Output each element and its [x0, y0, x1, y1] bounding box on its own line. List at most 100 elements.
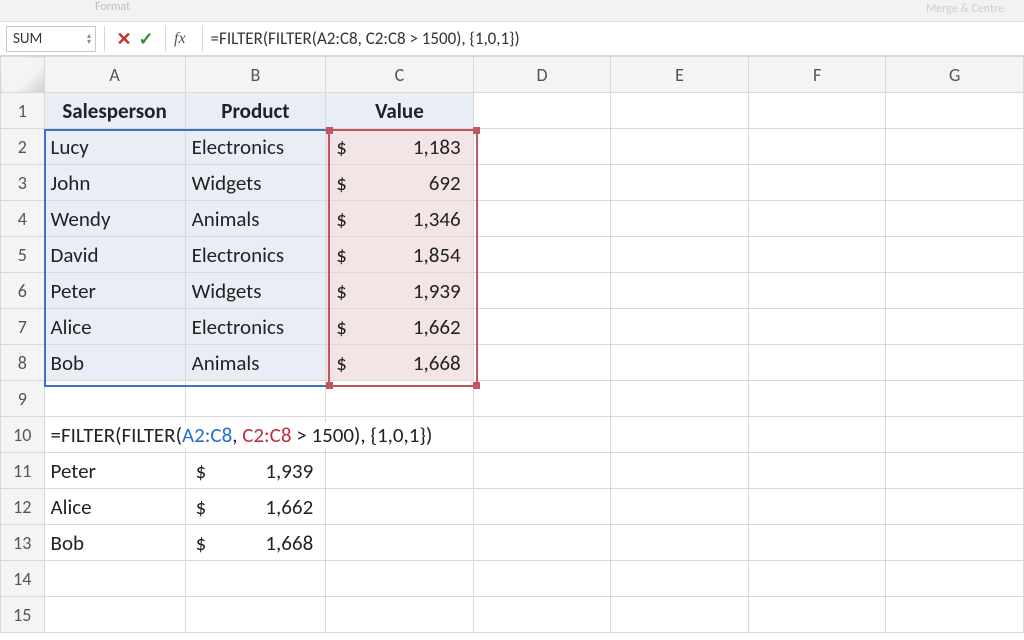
cell-C1[interactable]: Value [326, 93, 473, 129]
column-header-C[interactable]: C [326, 57, 473, 93]
cell-D12[interactable] [473, 489, 611, 525]
row-header-3[interactable]: 3 [1, 165, 45, 201]
cell-C5[interactable]: $1,854 [326, 237, 473, 273]
cell-A3[interactable]: John [44, 165, 185, 201]
column-header-B[interactable]: B [185, 57, 326, 93]
cell-F8[interactable] [748, 345, 886, 381]
cell-E11[interactable] [611, 453, 749, 489]
cell-D5[interactable] [473, 237, 611, 273]
cell-B14[interactable] [185, 561, 326, 597]
cell-E8[interactable] [611, 345, 749, 381]
cell-D2[interactable] [473, 129, 611, 165]
cell-A8[interactable]: Bob [44, 345, 185, 381]
row-header-2[interactable]: 2 [1, 129, 45, 165]
cell-A13[interactable]: Bob [44, 525, 185, 561]
cell-A7[interactable]: Alice [44, 309, 185, 345]
row-header-10[interactable]: 10 [1, 417, 45, 453]
cell-C14[interactable] [326, 561, 473, 597]
cell-G14[interactable] [886, 561, 1024, 597]
row-header-4[interactable]: 4 [1, 201, 45, 237]
cell-E15[interactable] [611, 597, 749, 633]
cell-A2[interactable]: Lucy [44, 129, 185, 165]
cell-B11[interactable]: $1,939 [185, 453, 326, 489]
select-all-corner[interactable] [1, 57, 45, 93]
cell-F11[interactable] [748, 453, 886, 489]
name-box[interactable]: SUM ▴ ▾ [6, 26, 96, 52]
row-header-6[interactable]: 6 [1, 273, 45, 309]
cell-C3[interactable]: $692 [326, 165, 473, 201]
cell-B13[interactable]: $1,668 [185, 525, 326, 561]
cell-C4[interactable]: $1,346 [326, 201, 473, 237]
cell-G2[interactable] [886, 129, 1024, 165]
row-header-13[interactable]: 13 [1, 525, 45, 561]
column-header-D[interactable]: D [473, 57, 611, 93]
cell-G9[interactable] [886, 381, 1024, 417]
cell-D13[interactable] [473, 525, 611, 561]
cell-A10[interactable]: =FILTER(FILTER(A2:C8, C2:C8 > 1500), {1,… [44, 417, 185, 453]
row-header-11[interactable]: 11 [1, 453, 45, 489]
fx-icon[interactable]: fx [174, 30, 186, 48]
row-header-8[interactable]: 8 [1, 345, 45, 381]
row-header-7[interactable]: 7 [1, 309, 45, 345]
cell-B15[interactable] [185, 597, 326, 633]
cell-E4[interactable] [611, 201, 749, 237]
spreadsheet-grid[interactable]: A B C D E F G 1 Salesperson Product Valu… [0, 56, 1024, 633]
cell-G15[interactable] [886, 597, 1024, 633]
cell-C6[interactable]: $1,939 [326, 273, 473, 309]
cell-E5[interactable] [611, 237, 749, 273]
cell-E12[interactable] [611, 489, 749, 525]
row-header-1[interactable]: 1 [1, 93, 45, 129]
cell-D4[interactable] [473, 201, 611, 237]
row-header-9[interactable]: 9 [1, 381, 45, 417]
column-header-F[interactable]: F [748, 57, 886, 93]
cell-F14[interactable] [748, 561, 886, 597]
cell-F15[interactable] [748, 597, 886, 633]
cell-B5[interactable]: Electronics [185, 237, 326, 273]
cell-F7[interactable] [748, 309, 886, 345]
cell-G4[interactable] [886, 201, 1024, 237]
cell-C12[interactable] [326, 489, 473, 525]
cell-F9[interactable] [748, 381, 886, 417]
cell-F12[interactable] [748, 489, 886, 525]
formula-input[interactable]: =FILTER(FILTER(A2:C8, C2:C8 > 1500), {1,… [211, 28, 1024, 49]
row-header-5[interactable]: 5 [1, 237, 45, 273]
cell-B6[interactable]: Widgets [185, 273, 326, 309]
column-header-G[interactable]: G [886, 57, 1024, 93]
cell-E13[interactable] [611, 525, 749, 561]
cell-G3[interactable] [886, 165, 1024, 201]
row-header-15[interactable]: 15 [1, 597, 45, 633]
cell-B4[interactable]: Animals [185, 201, 326, 237]
cell-B2[interactable]: Electronics [185, 129, 326, 165]
cell-C9[interactable] [326, 381, 473, 417]
row-header-12[interactable]: 12 [1, 489, 45, 525]
cell-G8[interactable] [886, 345, 1024, 381]
cell-D14[interactable] [473, 561, 611, 597]
cell-G1[interactable] [886, 93, 1024, 129]
cell-E10[interactable] [611, 417, 749, 453]
cell-D11[interactable] [473, 453, 611, 489]
cell-C15[interactable] [326, 597, 473, 633]
cell-F5[interactable] [748, 237, 886, 273]
cell-A15[interactable] [44, 597, 185, 633]
cell-F13[interactable] [748, 525, 886, 561]
cell-G11[interactable] [886, 453, 1024, 489]
cell-A4[interactable]: Wendy [44, 201, 185, 237]
cell-A12[interactable]: Alice [44, 489, 185, 525]
cell-G6[interactable] [886, 273, 1024, 309]
cell-F4[interactable] [748, 201, 886, 237]
cell-F1[interactable] [748, 93, 886, 129]
cell-D8[interactable] [473, 345, 611, 381]
cell-F10[interactable] [748, 417, 886, 453]
cell-F2[interactable] [748, 129, 886, 165]
cell-E1[interactable] [611, 93, 749, 129]
cell-A14[interactable] [44, 561, 185, 597]
cell-B8[interactable]: Animals [185, 345, 326, 381]
cell-D1[interactable] [473, 93, 611, 129]
cell-A6[interactable]: Peter [44, 273, 185, 309]
cell-A11[interactable]: Peter [44, 453, 185, 489]
cell-F3[interactable] [748, 165, 886, 201]
cell-E14[interactable] [611, 561, 749, 597]
cell-B1[interactable]: Product [185, 93, 326, 129]
cancel-formula-button[interactable]: ✕ [113, 28, 135, 50]
cell-E2[interactable] [611, 129, 749, 165]
